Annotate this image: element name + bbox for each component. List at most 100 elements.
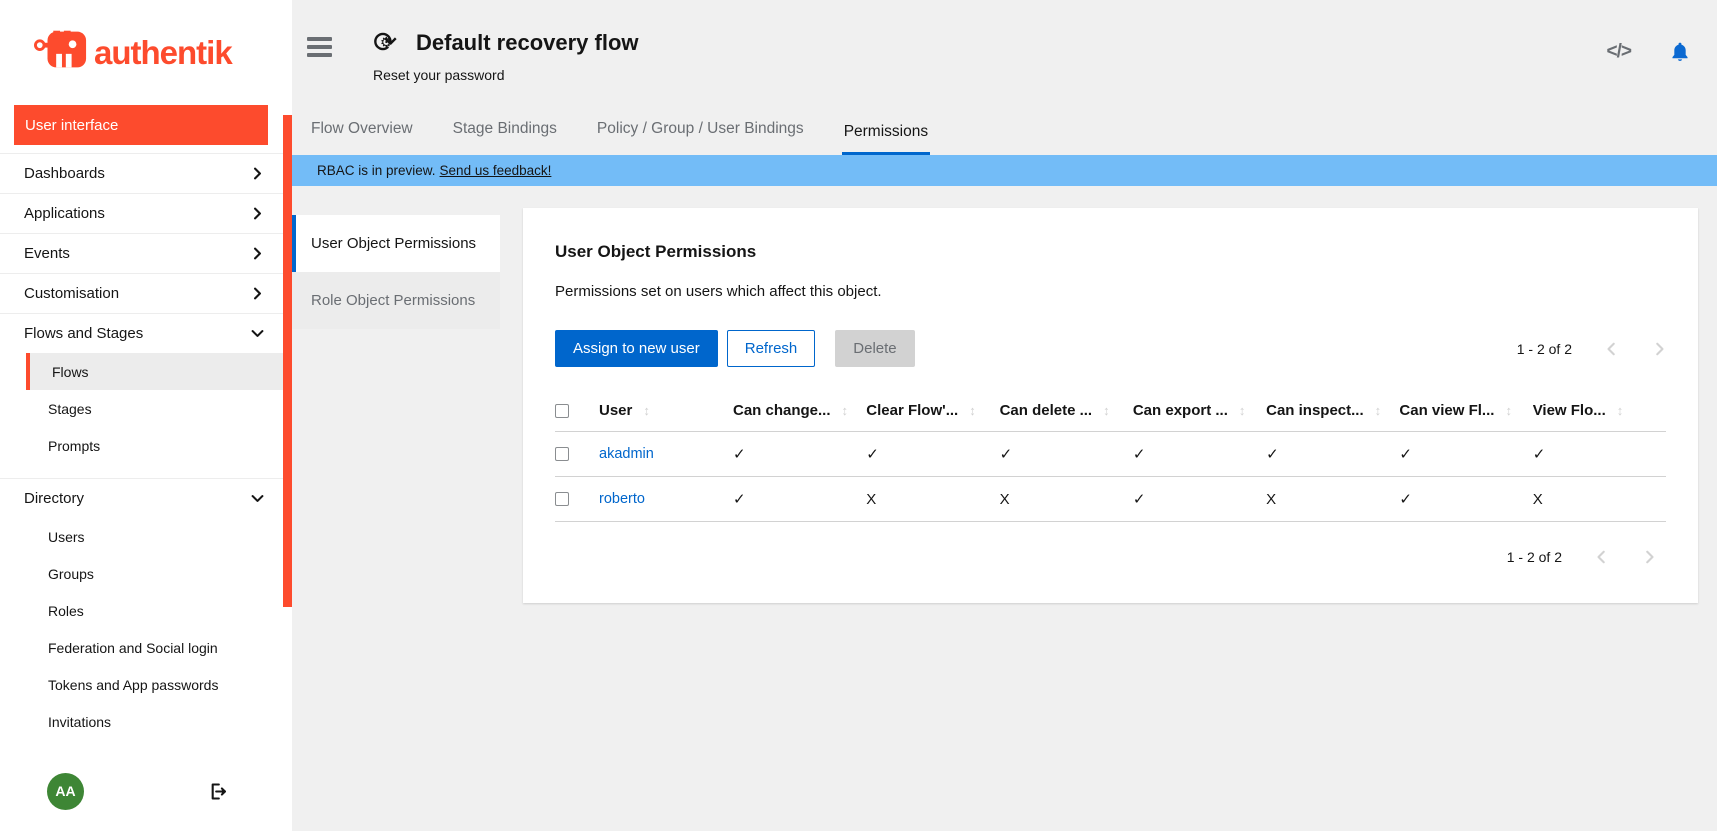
chevron-down-icon	[251, 492, 264, 505]
sort-icon[interactable]: ↕	[1375, 403, 1382, 418]
sort-icon[interactable]: ↕	[1505, 403, 1512, 418]
permission-value: ✓	[1533, 432, 1666, 477]
pagination-label: 1 - 2 of 2	[1517, 341, 1572, 357]
pagination-prev-icon[interactable]	[1595, 550, 1609, 564]
sort-icon[interactable]: ↕	[1617, 403, 1624, 418]
tab-permissions[interactable]: Permissions	[842, 123, 930, 155]
chevron-down-icon	[251, 327, 264, 340]
chevron-right-icon	[251, 247, 264, 260]
row-checkbox[interactable]	[555, 447, 569, 461]
sidebar-item-label: Directory	[24, 490, 84, 507]
chevron-right-icon	[251, 207, 264, 220]
sort-icon[interactable]: ↕	[969, 403, 976, 418]
tab-flow-overview[interactable]: Flow Overview	[309, 120, 415, 155]
sort-icon[interactable]: ↕	[1239, 403, 1246, 418]
table-row: akadmin ✓ ✓ ✓ ✓ ✓ ✓ ✓	[555, 432, 1666, 477]
avatar[interactable]: AA	[47, 773, 84, 810]
permission-value: X	[1533, 477, 1666, 522]
permission-value: ✓	[733, 432, 866, 477]
refresh-button[interactable]: Refresh	[727, 330, 816, 367]
sidebar-item-directory[interactable]: Directory	[0, 478, 292, 518]
tab-policy-group-user-bindings[interactable]: Policy / Group / User Bindings	[595, 120, 806, 155]
sidebar-item-users[interactable]: Users	[0, 518, 292, 555]
table-header-row: User↕ Can change...↕ Clear Flow'...↕ Can…	[555, 391, 1666, 432]
sidebar-item-invitations[interactable]: Invitations	[0, 703, 292, 740]
sidebar-item-flows-and-stages[interactable]: Flows and Stages	[0, 313, 292, 353]
column-header-can-export: Can export ...↕	[1133, 391, 1266, 432]
column-header-can-inspect: Can inspect...↕	[1266, 391, 1399, 432]
permission-subtabs: User Object Permissions Role Object Perm…	[292, 215, 500, 329]
sidebar-section-user-interface[interactable]: User interface	[14, 105, 268, 145]
permission-value: X	[866, 477, 999, 522]
subtab-role-object-permissions[interactable]: Role Object Permissions	[292, 272, 500, 329]
hamburger-icon[interactable]	[307, 37, 332, 61]
sidebar-item-tokens[interactable]: Tokens and App passwords	[0, 666, 292, 703]
user-object-permissions-card: User Object Permissions Permissions set …	[523, 208, 1698, 603]
flow-icon: ⟳ ⚙	[373, 28, 403, 58]
sidebar-item-dashboards[interactable]: Dashboards	[0, 153, 292, 193]
table-row: roberto ✓ X X ✓ X ✓ X	[555, 477, 1666, 522]
sort-icon[interactable]: ↕	[643, 403, 650, 418]
logo-wordmark: authentik	[94, 34, 232, 72]
sidebar: authentik User interface Dashboards Appl…	[0, 0, 292, 831]
column-header-user: User↕	[599, 391, 733, 432]
feedback-link[interactable]: Send us feedback!	[440, 163, 552, 178]
permission-value: ✓	[733, 477, 866, 522]
sidebar-item-stages[interactable]: Stages	[0, 390, 292, 427]
main-area: ⟳ ⚙ Default recovery flow Reset your pas…	[292, 0, 1717, 831]
banner-text: RBAC is in preview.	[317, 163, 436, 178]
permissions-table: User↕ Can change...↕ Clear Flow'...↕ Can…	[555, 391, 1666, 522]
sidebar-scrollbar[interactable]	[283, 115, 292, 607]
toolbar: Assign to new user Refresh Delete 1 - 2 …	[555, 330, 1666, 367]
column-header-can-delete: Can delete ...↕	[1000, 391, 1133, 432]
select-all-checkbox[interactable]	[555, 404, 569, 418]
logout-icon[interactable]	[207, 781, 228, 802]
permission-value: ✓	[1399, 477, 1532, 522]
sort-icon[interactable]: ↕	[1103, 403, 1110, 418]
sidebar-item-customisation[interactable]: Customisation	[0, 273, 292, 313]
sidebar-item-applications[interactable]: Applications	[0, 193, 292, 233]
permission-value: ✓	[1399, 432, 1532, 477]
card-description: Permissions set on users which affect th…	[555, 283, 1666, 300]
pagination-next-icon[interactable]	[1642, 550, 1656, 564]
pagination-label: 1 - 2 of 2	[1507, 549, 1562, 565]
sidebar-item-label: Customisation	[24, 285, 119, 302]
api-code-icon[interactable]: </>	[1607, 41, 1631, 63]
card-title: User Object Permissions	[555, 242, 1666, 262]
content-area: User Object Permissions Role Object Perm…	[292, 186, 1717, 831]
app-root: authentik User interface Dashboards Appl…	[0, 0, 1717, 831]
user-link-roberto[interactable]: roberto	[599, 491, 645, 507]
sidebar-item-label: Flows and Stages	[24, 325, 143, 342]
notifications-bell-icon[interactable]	[1669, 40, 1691, 64]
pagination-top: 1 - 2 of 2	[1517, 341, 1666, 357]
rbac-preview-banner: RBAC is in preview. Send us feedback!	[292, 155, 1717, 186]
row-checkbox[interactable]	[555, 492, 569, 506]
sidebar-item-federation[interactable]: Federation and Social login	[0, 629, 292, 666]
subtab-user-object-permissions[interactable]: User Object Permissions	[292, 215, 500, 272]
chevron-right-icon	[251, 167, 264, 180]
assign-to-new-user-button[interactable]: Assign to new user	[555, 330, 718, 367]
sidebar-item-flows[interactable]: Flows	[26, 353, 292, 390]
sidebar-item-label: Applications	[24, 205, 105, 222]
sidebar-item-prompts[interactable]: Prompts	[0, 427, 292, 464]
pagination-bottom: 1 - 2 of 2	[555, 549, 1666, 565]
sidebar-item-roles[interactable]: Roles	[0, 592, 292, 629]
sidebar-item-label: Events	[24, 245, 70, 262]
sidebar-item-label: Dashboards	[24, 165, 105, 182]
tab-stage-bindings[interactable]: Stage Bindings	[451, 120, 559, 155]
chevron-right-icon	[251, 287, 264, 300]
column-header-can-change: Can change...↕	[733, 391, 866, 432]
sidebar-item-groups[interactable]: Groups	[0, 555, 292, 592]
delete-button[interactable]: Delete	[835, 330, 914, 367]
user-link-akadmin[interactable]: akadmin	[599, 446, 654, 462]
sort-icon[interactable]: ↕	[842, 403, 849, 418]
pagination-prev-icon[interactable]	[1605, 342, 1619, 356]
tabs-bar: Flow Overview Stage Bindings Policy / Gr…	[292, 103, 1717, 155]
authentik-logo[interactable]: authentik	[0, 0, 292, 105]
page-header: ⟳ ⚙ Default recovery flow Reset your pas…	[373, 28, 639, 83]
column-header-clear-flow: Clear Flow'...↕	[866, 391, 999, 432]
permission-value: ✓	[1000, 432, 1133, 477]
pagination-next-icon[interactable]	[1652, 342, 1666, 356]
permission-value: X	[1266, 477, 1399, 522]
sidebar-item-events[interactable]: Events	[0, 233, 292, 273]
